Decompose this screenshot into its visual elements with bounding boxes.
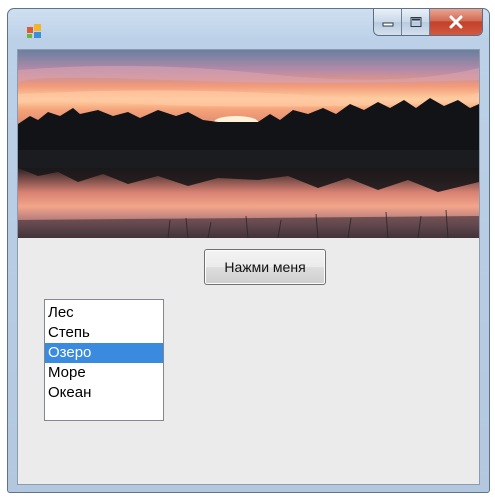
terrain-listbox[interactable]: Лес Степь Озеро Море Океан [44, 299, 164, 421]
app-window: Нажми меня Лес Степь Озеро Море Океан [7, 8, 490, 493]
close-icon [449, 15, 463, 29]
maximize-icon [410, 17, 421, 27]
sunset-lake-picture [18, 50, 479, 238]
form-client-area: Нажми меня Лес Степь Озеро Море Океан [17, 49, 480, 485]
minimize-button[interactable] [374, 9, 402, 35]
app-icon[interactable] [26, 22, 44, 40]
minimize-icon [382, 22, 393, 27]
click-me-button[interactable]: Нажми меня [204, 249, 326, 285]
list-item-sea[interactable]: Море [45, 363, 163, 383]
window-controls [373, 9, 483, 36]
list-item-steppe[interactable]: Степь [45, 323, 163, 343]
list-item-lake-selected[interactable]: Озеро [45, 343, 163, 363]
close-button[interactable] [430, 9, 482, 35]
list-item-forest[interactable]: Лес [45, 303, 163, 323]
list-item-ocean[interactable]: Океан [45, 383, 163, 403]
maximize-button[interactable] [402, 9, 430, 35]
title-bar[interactable] [8, 9, 489, 43]
